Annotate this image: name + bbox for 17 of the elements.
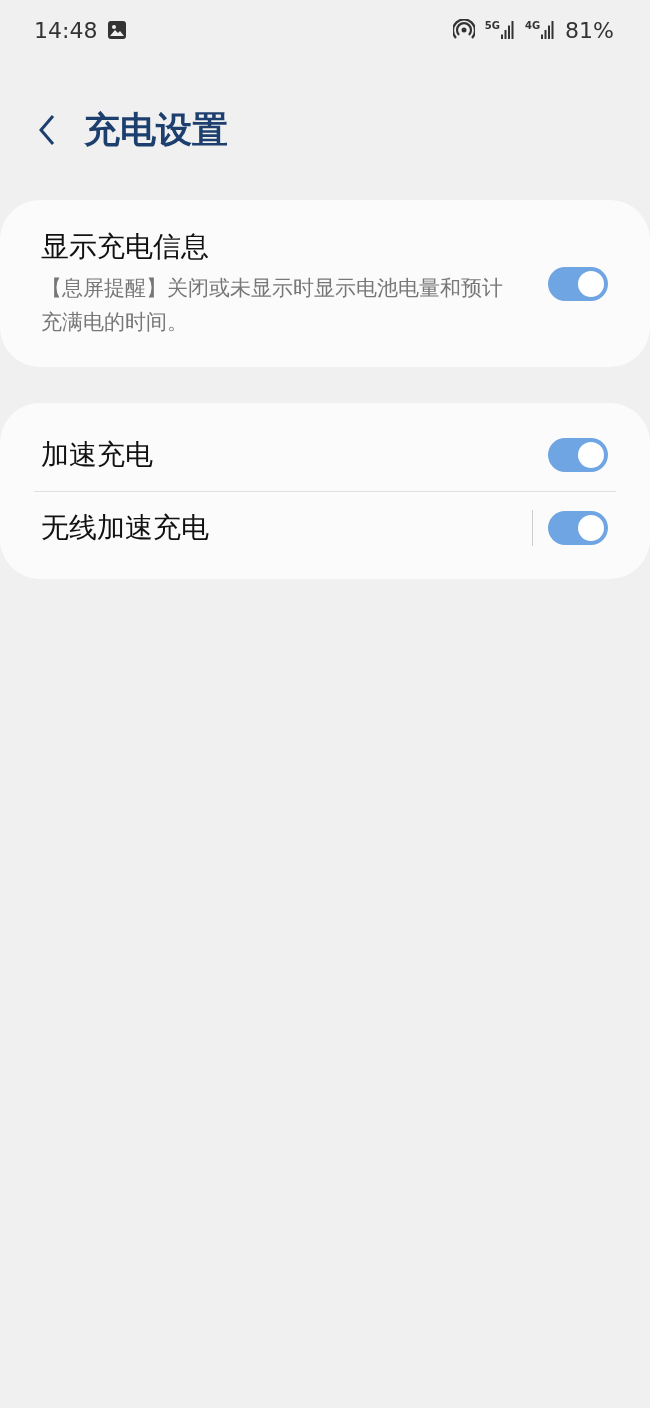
signal-icon xyxy=(500,21,515,39)
toggle-switch[interactable] xyxy=(548,510,608,545)
back-icon[interactable] xyxy=(38,114,56,146)
toggle-switch[interactable] xyxy=(548,438,608,473)
network-label: 4G xyxy=(524,21,541,31)
signal-icon xyxy=(541,21,556,39)
setting-description: 【息屏提醒】关闭或未显示时显示电池电量和预计充满电的时间。 xyxy=(41,275,504,336)
battery-level: 81% xyxy=(565,17,614,43)
page-title: 充电设置 xyxy=(84,107,228,152)
setting-title[interactable]: 无线加速充电 xyxy=(41,508,532,547)
status-time: 14:48 xyxy=(34,17,98,43)
setting-title[interactable]: 加速充电 xyxy=(41,436,548,475)
network-label: 5G xyxy=(484,21,500,31)
toggle-switch[interactable] xyxy=(548,266,608,301)
gallery-icon xyxy=(107,20,128,40)
setting-title[interactable]: 显示充电信息 xyxy=(41,228,548,266)
hotspot-icon xyxy=(452,19,475,41)
